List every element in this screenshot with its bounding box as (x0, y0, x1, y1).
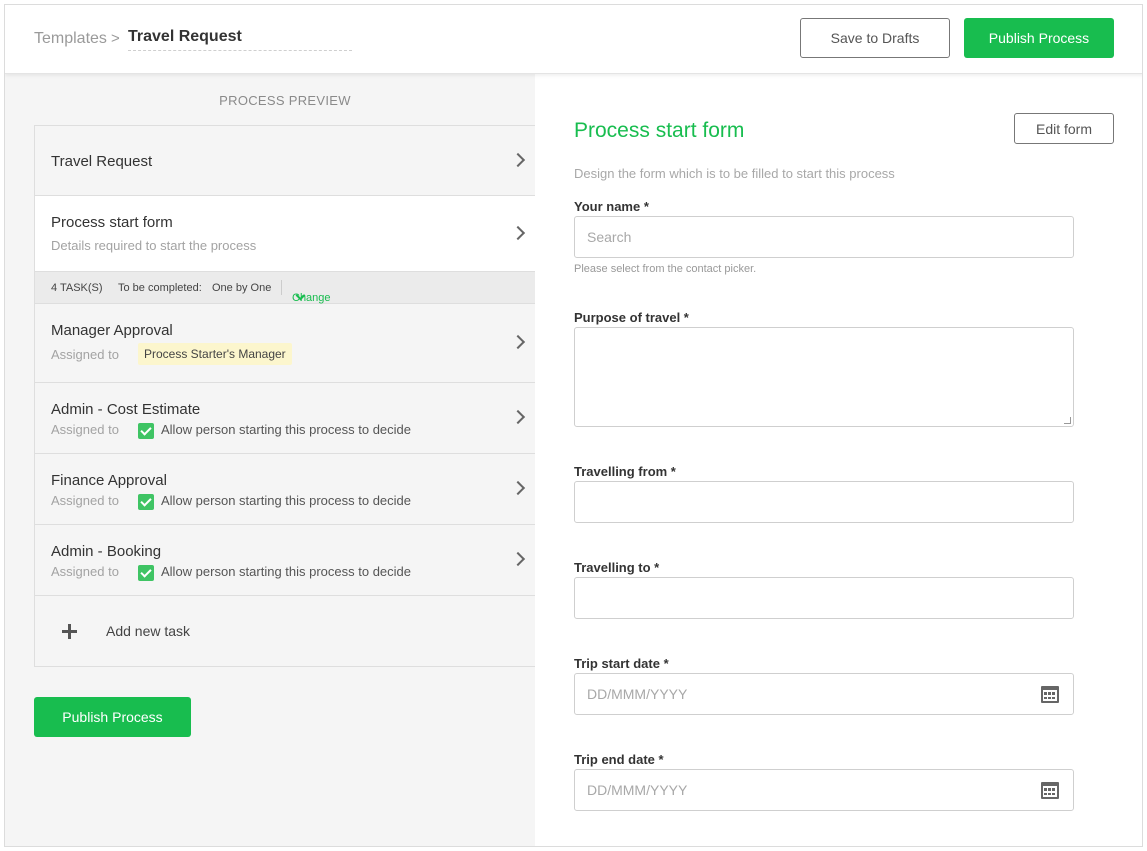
assigned-to-label: Assigned to (51, 422, 119, 437)
chevron-right-icon (510, 480, 526, 496)
plus-icon (62, 624, 77, 639)
add-new-task-button[interactable]: Add new task (35, 596, 535, 666)
completion-value: One by One (212, 282, 272, 294)
edit-form-button[interactable]: Edit form (1014, 113, 1114, 144)
your-name-placeholder: Search (587, 229, 632, 245)
process-start-form-row[interactable]: Process start form Details required to s… (35, 196, 535, 272)
task-row-manager-approval[interactable]: Manager Approval Assigned to Process Sta… (35, 304, 535, 383)
assigned-to-label: Assigned to (51, 347, 119, 362)
task-title: Finance Approval (51, 472, 167, 489)
top-header: Templates > Travel Request Save to Draft… (5, 5, 1142, 74)
start-form-title: Process start form (51, 214, 173, 231)
trip-start-date-input[interactable]: DD/MMM/YYYY (574, 673, 1074, 715)
purpose-textarea[interactable] (574, 327, 1074, 427)
process-preview-pane: PROCESS PREVIEW Travel Request Process s… (5, 74, 535, 846)
travel-request-title: Travel Request (51, 153, 153, 170)
task-title: Admin - Booking (51, 543, 162, 560)
publish-process-button-bottom[interactable]: Publish Process (34, 697, 191, 737)
travelling-to-label: Travelling to * (574, 560, 660, 575)
completion-label: To be completed: (118, 282, 202, 294)
assignee-badge: Process Starter's Manager (138, 343, 292, 365)
calendar-icon[interactable] (1041, 782, 1059, 799)
app-window: Templates > Travel Request Save to Draft… (4, 4, 1143, 847)
travelling-from-input[interactable] (574, 481, 1074, 523)
task-row-admin-cost-estimate[interactable]: Admin - Cost Estimate Assigned to Allow … (35, 383, 535, 454)
assigned-to-label: Assigned to (51, 493, 119, 508)
start-form-pane: Process start form Edit form Design the … (535, 74, 1142, 846)
checkbox-checked-icon[interactable] (138, 494, 154, 510)
task-row-finance-approval[interactable]: Finance Approval Assigned to Allow perso… (35, 454, 535, 525)
chevron-right-icon (510, 551, 526, 567)
chevron-right-icon (510, 334, 526, 350)
allow-decide-label: Allow person starting this process to de… (161, 493, 412, 508)
your-name-help: Please select from the contact picker. (574, 263, 757, 275)
breadcrumb-templates-link[interactable]: Templates (34, 30, 107, 48)
assigned-to-label: Assigned to (51, 564, 119, 579)
allow-decide-label: Allow person starting this process to de… (161, 422, 412, 437)
trip-start-date-label: Trip start date * (574, 656, 669, 671)
trip-end-date-label: Trip end date * (574, 752, 664, 767)
travelling-from-label: Travelling from * (574, 464, 676, 479)
save-to-drafts-button[interactable]: Save to Drafts (800, 18, 950, 58)
process-preview-list: Travel Request Process start form Detail… (34, 125, 535, 667)
task-summary-bar: 4 TASK(S) To be completed: One by One Ch… (35, 272, 535, 304)
your-name-label: Your name * (574, 199, 649, 214)
resize-handle[interactable] (1064, 417, 1071, 424)
travelling-to-input[interactable] (574, 577, 1074, 619)
trip-end-date-input[interactable]: DD/MMM/YYYY (574, 769, 1074, 811)
travel-request-row[interactable]: Travel Request (35, 126, 535, 196)
divider (281, 280, 282, 295)
process-preview-heading: PROCESS PREVIEW (219, 93, 351, 108)
task-title: Manager Approval (51, 322, 173, 339)
end-date-placeholder: DD/MMM/YYYY (587, 782, 688, 798)
start-form-subtitle: Details required to start the process (51, 238, 257, 253)
form-title: Process start form (574, 119, 745, 142)
chevron-right-icon (510, 225, 526, 241)
process-name-field[interactable]: Travel Request (128, 28, 352, 51)
purpose-label: Purpose of travel * (574, 310, 689, 325)
your-name-input[interactable]: Search (574, 216, 1074, 258)
calendar-icon[interactable] (1041, 686, 1059, 703)
task-count: 4 TASK(S) (51, 282, 103, 294)
form-description: Design the form which is to be filled to… (574, 166, 895, 181)
add-new-task-label: Add new task (106, 623, 191, 639)
publish-process-button[interactable]: Publish Process (964, 18, 1114, 58)
task-title: Admin - Cost Estimate (51, 401, 201, 418)
breadcrumb-separator: > (111, 30, 120, 47)
allow-decide-label: Allow person starting this process to de… (161, 564, 412, 579)
task-row-admin-booking[interactable]: Admin - Booking Assigned to Allow person… (35, 525, 535, 596)
chevron-right-icon (510, 409, 526, 425)
chevron-right-icon (510, 152, 526, 168)
checkbox-checked-icon[interactable] (138, 565, 154, 581)
start-date-placeholder: DD/MMM/YYYY (587, 686, 688, 702)
checkbox-checked-icon[interactable] (138, 423, 154, 439)
